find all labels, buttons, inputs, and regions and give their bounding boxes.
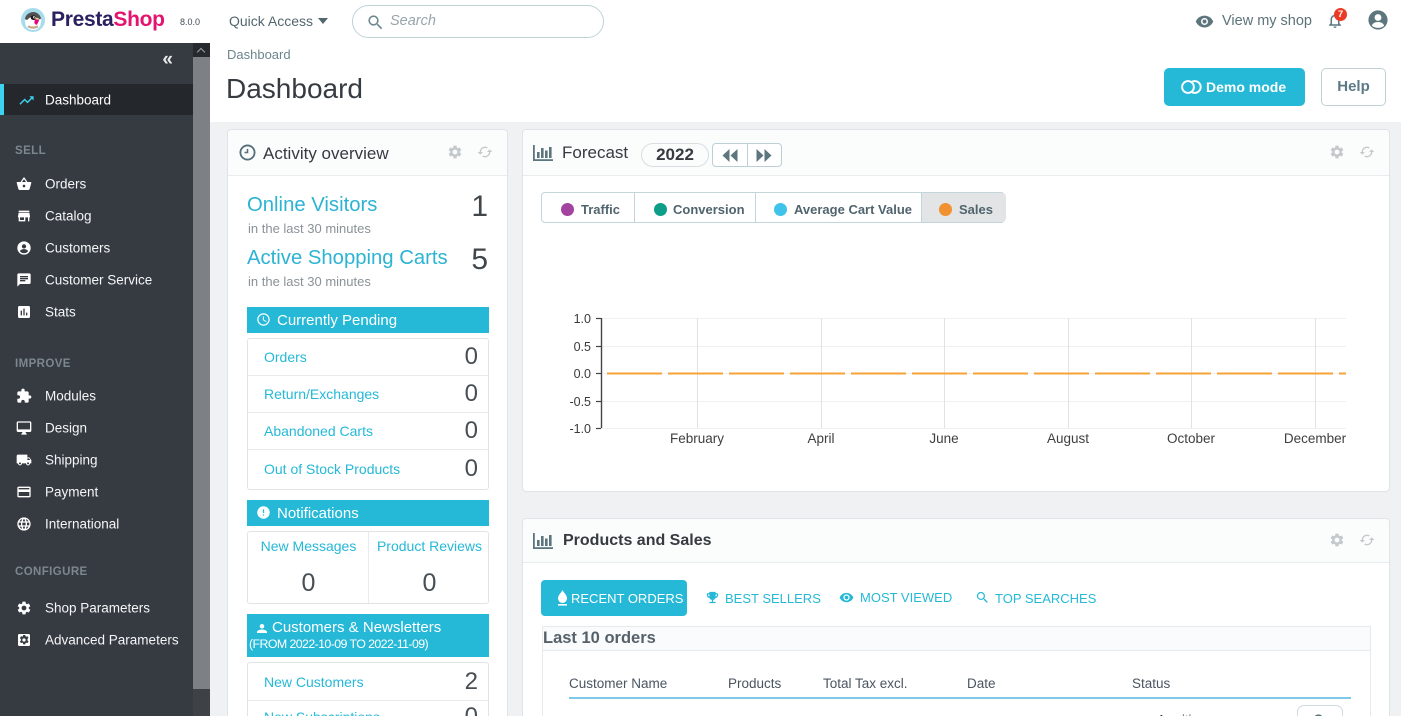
svg-text:April: April (807, 431, 834, 446)
svg-text:0.0: 0.0 (574, 367, 591, 381)
svg-text:-0.5: -0.5 (569, 395, 591, 409)
svg-text:-1.0: -1.0 (569, 422, 591, 436)
svg-text:October: October (1167, 431, 1216, 446)
svg-text:1.0: 1.0 (574, 312, 591, 326)
svg-text:0.5: 0.5 (574, 340, 591, 354)
svg-text:December: December (1284, 431, 1347, 446)
svg-text:February: February (670, 431, 724, 446)
svg-text:June: June (929, 431, 958, 446)
svg-text:August: August (1047, 431, 1089, 446)
